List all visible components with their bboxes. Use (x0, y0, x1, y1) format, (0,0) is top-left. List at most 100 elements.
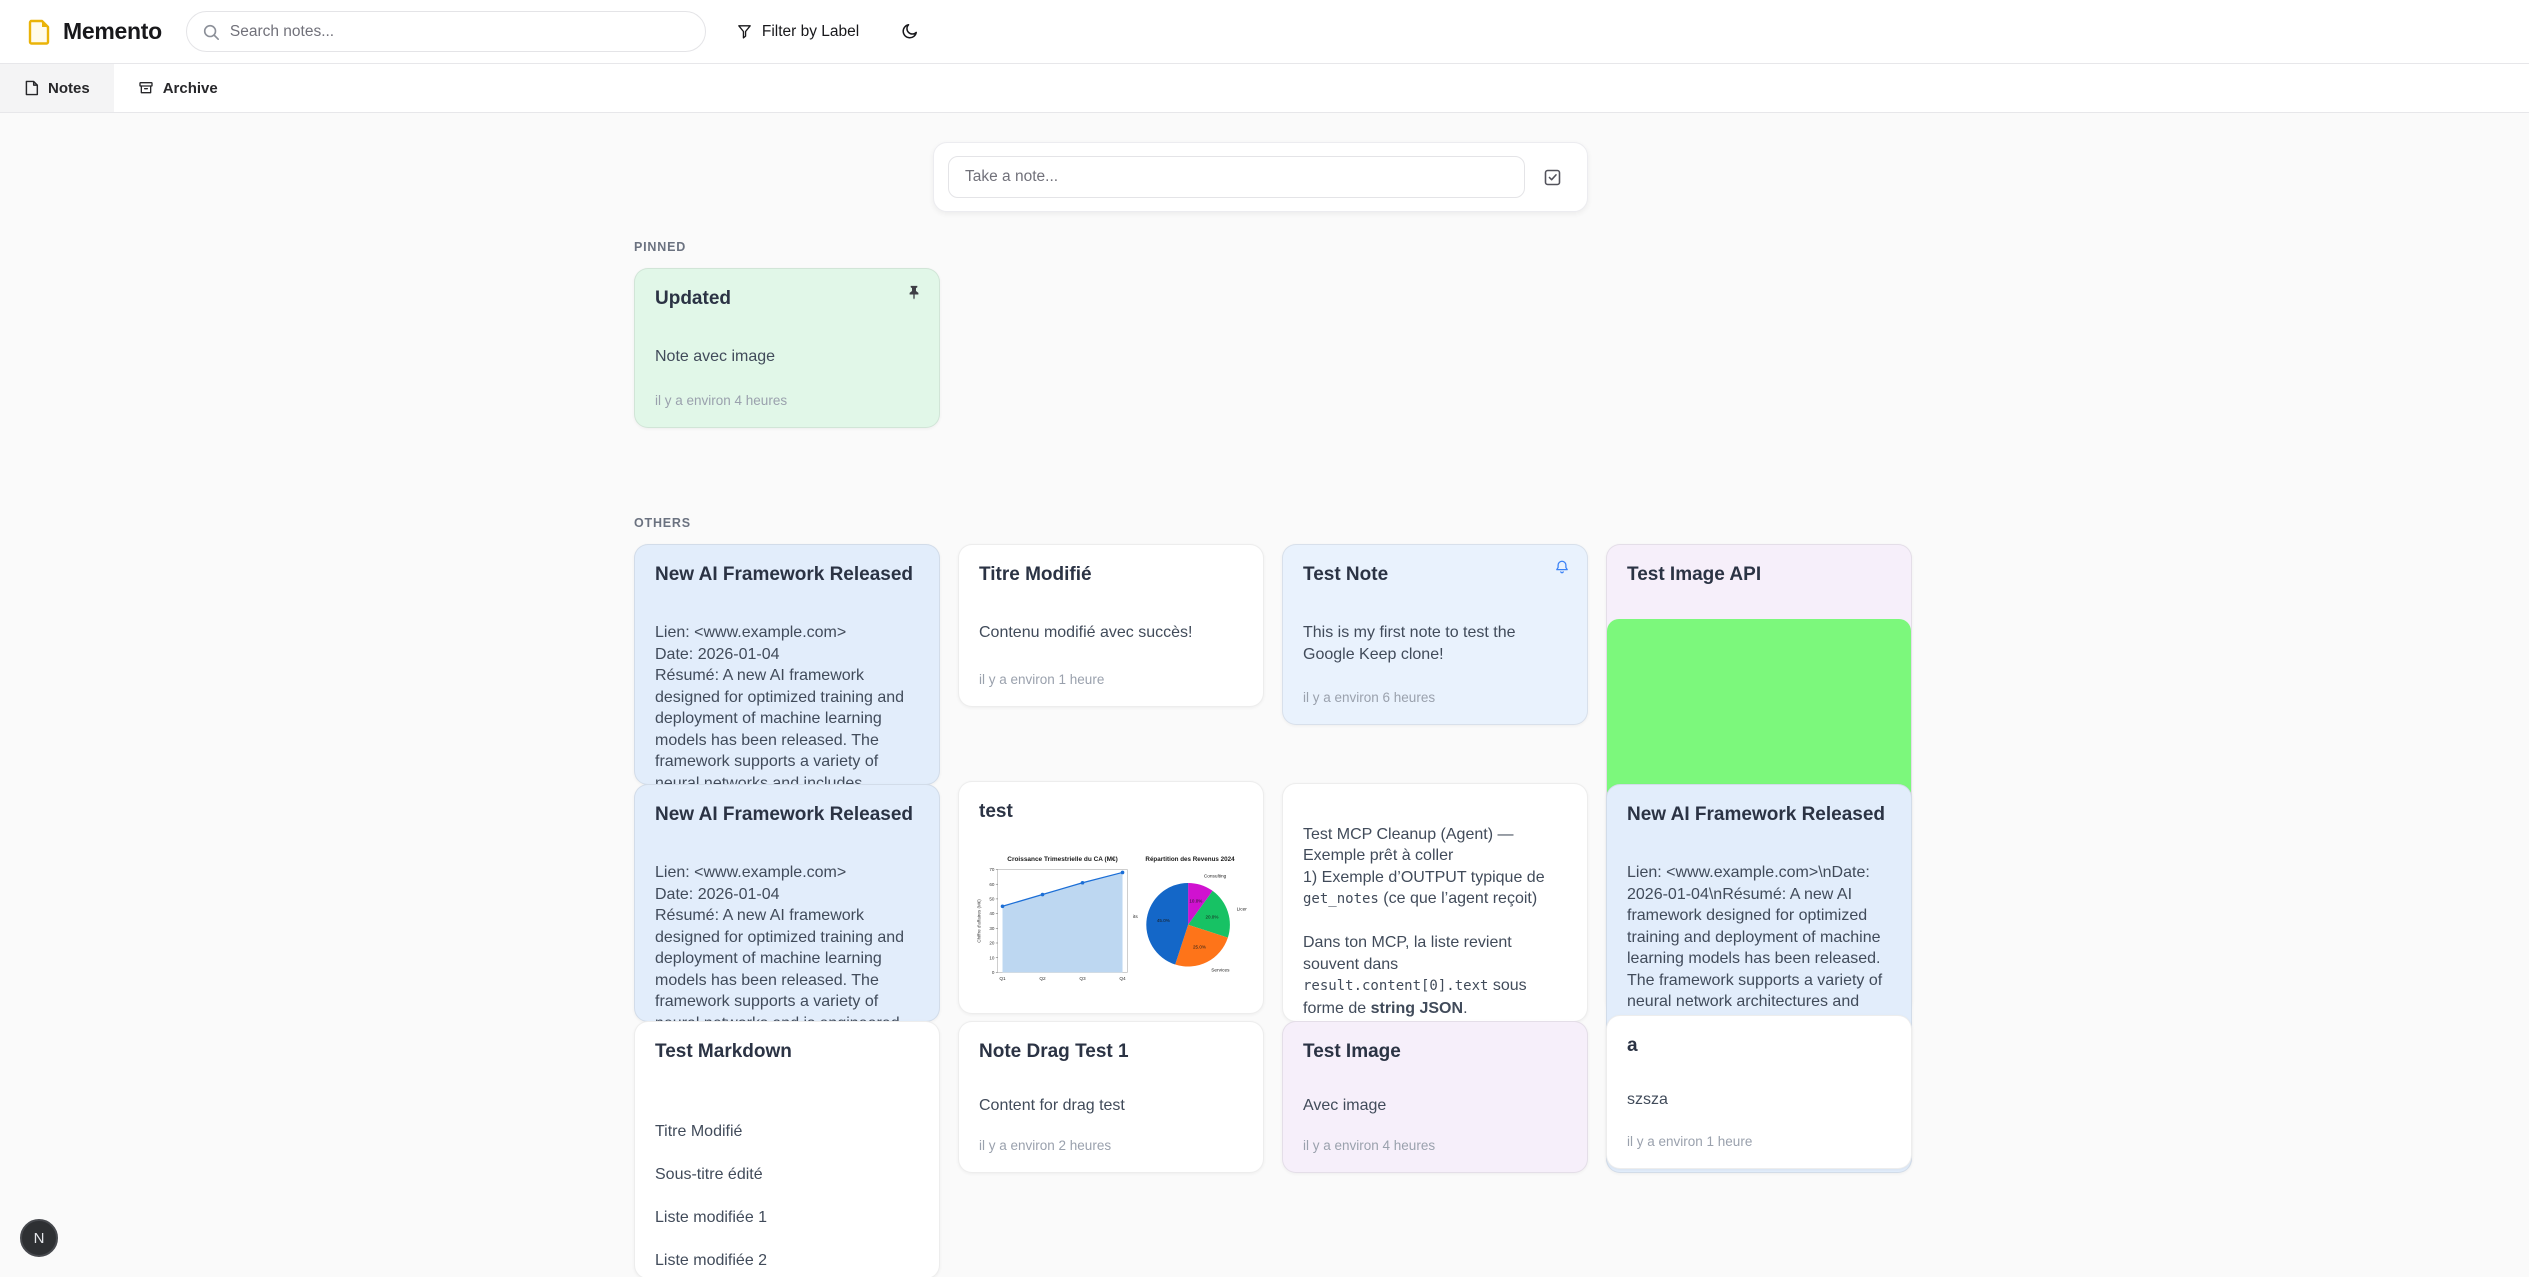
svg-text:Q2: Q2 (1039, 976, 1046, 982)
search-bar (186, 11, 706, 52)
md-line-2: Sous-titre édité (655, 1164, 919, 1186)
note-card-note-drag-test[interactable]: Note Drag Test 1 Content for drag test i… (958, 1021, 1264, 1173)
note-content: Avec image (1303, 1095, 1567, 1117)
note-content: This is my first note to test the Google… (1303, 622, 1567, 665)
note-content: szsza (1627, 1089, 1891, 1111)
note-card-new-ai-framework-1[interactable]: New AI Framework Released Lien: <www.exa… (634, 544, 940, 785)
note-title: Test Markdown (655, 1040, 919, 1063)
svg-text:45.0%: 45.0% (1157, 918, 1170, 923)
user-avatar[interactable]: N (20, 1219, 58, 1257)
tab-bar: Notes Archive (0, 64, 2529, 113)
pie-chart-image: Répartition des Revenus 2024 10.0% Consult… (1133, 847, 1247, 993)
note-content: Lien: <www.example.com> Date: 2026-01-04… (655, 622, 919, 785)
tab-notes[interactable]: Notes (0, 64, 114, 112)
svg-text:Répartition des Revenus 2024: Répartition des Revenus 2024 (1145, 856, 1235, 863)
note-title: New AI Framework Released (1627, 803, 1891, 826)
note-timestamp: il y a environ 1 heure (1627, 1134, 1891, 1150)
note-title: a (1627, 1034, 1891, 1057)
pinned-section-label: PINNED (634, 240, 686, 254)
note-card-titre-modifie[interactable]: Titre Modifié Contenu modifié avec succè… (958, 544, 1264, 707)
note-content: Lien: <www.example.com> Date: 2026-01-04… (655, 862, 919, 1022)
new-checklist-button[interactable] (1531, 156, 1573, 198)
app-title: Memento (63, 18, 162, 45)
svg-text:Croissance Trimestrielle du CA: Croissance Trimestrielle du CA (M€) (1007, 856, 1117, 863)
svg-text:Produits: Produits (1133, 914, 1138, 920)
note-content: Content for drag test (979, 1095, 1243, 1117)
svg-text:60: 60 (989, 882, 995, 887)
note-card-a[interactable]: a szsza il y a environ 1 heure (1606, 1015, 1912, 1169)
svg-text:50: 50 (989, 897, 995, 902)
note-timestamp: il y a environ 6 heures (1303, 690, 1567, 706)
note-title: Updated (655, 287, 919, 310)
mcp-line-3: Dans ton MCP, la liste revient souvent d… (1303, 932, 1567, 1019)
note-title: Test Note (1303, 563, 1567, 586)
funnel-icon (736, 23, 753, 40)
mcp-line-2: 1) Exemple d’OUTPUT typique de get_notes… (1303, 867, 1567, 911)
note-timestamp: il y a environ 4 heures (655, 393, 919, 409)
md-line-4: Liste modifiée 2 (655, 1250, 919, 1272)
svg-text:Services: Services (1211, 968, 1230, 974)
md-line-3: Liste modifiée 1 (655, 1207, 919, 1229)
filter-by-label-text: Filter by Label (762, 23, 859, 41)
tab-archive-label: Archive (163, 80, 218, 97)
note-content: Contenu modifié avec succès! (979, 622, 1243, 644)
note-timestamp: il y a environ 4 heures (1303, 1138, 1567, 1154)
note-title: New AI Framework Released (655, 803, 919, 826)
note-card-test-markdown[interactable]: Test Markdown Titre Modifié Sous-titre é… (634, 1021, 940, 1277)
search-input[interactable] (230, 23, 690, 41)
tab-notes-label: Notes (48, 80, 90, 97)
svg-text:Licenses: Licenses (1237, 906, 1247, 912)
svg-text:0: 0 (992, 970, 995, 975)
bell-icon (1553, 559, 1571, 577)
svg-text:40: 40 (989, 911, 995, 916)
svg-text:20.0%: 20.0% (1205, 914, 1218, 919)
pushpin-icon (906, 284, 922, 301)
svg-text:10.0%: 10.0% (1189, 898, 1202, 903)
app-header: Memento Filter by Label (0, 0, 2529, 64)
dark-mode-toggle[interactable] (889, 12, 929, 52)
svg-text:Consulting: Consulting (1204, 874, 1227, 880)
note-card-new-ai-framework-2[interactable]: New AI Framework Released Lien: <www.exa… (634, 784, 940, 1022)
note-title: New AI Framework Released (655, 563, 919, 586)
reminder-button[interactable] (1551, 557, 1573, 579)
take-a-note-input[interactable] (948, 156, 1525, 198)
note-timestamp: il y a environ 1 heure (979, 672, 1243, 688)
svg-text:20: 20 (989, 941, 995, 946)
tab-archive[interactable]: Archive (114, 64, 242, 112)
md-line-1: Titre Modifié (655, 1121, 919, 1143)
app-logo-icon (27, 19, 53, 45)
note-title: Test Image API (1627, 563, 1891, 586)
svg-text:Q1: Q1 (999, 976, 1006, 982)
note-title: Test Image (1303, 1040, 1567, 1063)
note-content: Titre Modifié Sous-titre édité Liste mod… (655, 1099, 919, 1277)
svg-text:Q3: Q3 (1079, 976, 1086, 982)
note-file-icon (24, 80, 39, 96)
note-card-test-note[interactable]: Test Note This is my first note to test … (1282, 544, 1588, 725)
checkbox-icon (1542, 167, 1563, 188)
avatar-initial: N (34, 1230, 45, 1247)
svg-text:10: 10 (989, 955, 995, 960)
note-composer (933, 142, 1588, 212)
svg-text:25.0%: 25.0% (1193, 945, 1206, 950)
svg-text:Chiffre d'affaires (M€): Chiffre d'affaires (M€) (977, 899, 982, 943)
archive-box-icon (138, 80, 154, 96)
svg-text:30: 30 (989, 926, 995, 931)
filter-by-label-button[interactable]: Filter by Label (724, 12, 871, 52)
note-card-test-image[interactable]: Test Image Avec image il y a environ 4 h… (1282, 1021, 1588, 1173)
note-card-test-mcp-cleanup[interactable]: Test MCP Cleanup (Agent) — Exemple prêt … (1282, 783, 1588, 1022)
svg-text:Q4: Q4 (1119, 976, 1126, 982)
note-image-charts: Croissance Trimestrielle du CA (M€) Chiff… (973, 847, 1249, 993)
others-section-label: OTHERS (634, 516, 691, 530)
svg-text:70: 70 (989, 867, 995, 872)
line-chart-image: Croissance Trimestrielle du CA (M€) Chiff… (973, 847, 1133, 993)
note-content: Test MCP Cleanup (Agent) — Exemple prêt … (1303, 802, 1567, 1022)
search-icon (202, 23, 220, 41)
note-title: test (979, 800, 1243, 823)
note-title: Note Drag Test 1 (979, 1040, 1243, 1063)
note-timestamp: il y a environ 2 heures (979, 1138, 1243, 1154)
note-card-updated[interactable]: Updated Note avec image il y a environ 4… (634, 268, 940, 428)
note-title: Titre Modifié (979, 563, 1243, 586)
pin-button[interactable] (903, 281, 925, 303)
moon-icon (900, 22, 919, 41)
note-card-test-charts[interactable]: test Croissance Trimestrielle du CA (M€)… (958, 781, 1264, 1014)
